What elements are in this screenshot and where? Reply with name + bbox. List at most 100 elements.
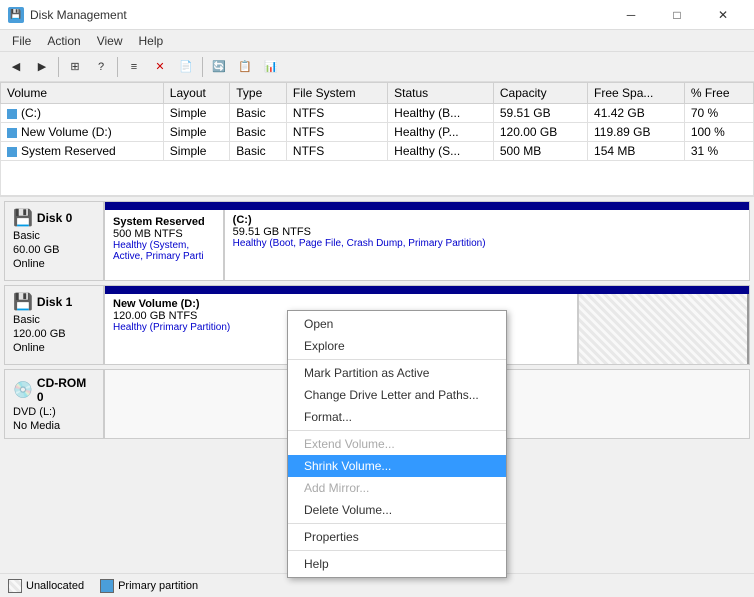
window-controls: ─ □ ✕ bbox=[608, 0, 746, 30]
ctx-sep3 bbox=[288, 523, 506, 524]
toolbar-btn7[interactable]: 📋 bbox=[233, 56, 257, 78]
vol-type: Basic bbox=[230, 104, 287, 123]
toolbar-btn8[interactable]: 📊 bbox=[259, 56, 283, 78]
maximize-button[interactable]: □ bbox=[654, 0, 700, 30]
vol-layout: Simple bbox=[163, 123, 229, 142]
toolbar-help[interactable]: ? bbox=[89, 56, 113, 78]
vol-layout: Simple bbox=[163, 104, 229, 123]
menu-view[interactable]: View bbox=[89, 32, 131, 50]
vol-status: Healthy (S... bbox=[388, 142, 494, 161]
volume-table: Volume Layout Type File System Status Ca… bbox=[0, 82, 754, 197]
disk-icon: 💾 bbox=[13, 208, 33, 228]
ctx-mark-active[interactable]: Mark Partition as Active bbox=[288, 362, 506, 384]
vol-type: Basic bbox=[230, 123, 287, 142]
vol-fs: NTFS bbox=[286, 142, 387, 161]
title-bar: 💾 Disk Management ─ □ ✕ bbox=[0, 0, 754, 30]
ctx-open[interactable]: Open bbox=[288, 313, 506, 335]
partition-sys-size: 500 MB NTFS bbox=[113, 228, 215, 240]
vol-free: 154 MB bbox=[588, 142, 685, 161]
col-volume: Volume bbox=[1, 83, 164, 104]
ctx-sep4 bbox=[288, 550, 506, 551]
col-freespace: Free Spa... bbox=[588, 83, 685, 104]
partition-c[interactable]: (C:) 59.51 GB NTFS Healthy (Boot, Page F… bbox=[225, 210, 749, 280]
ctx-help[interactable]: Help bbox=[288, 553, 506, 575]
menu-action[interactable]: Action bbox=[39, 32, 88, 50]
context-menu: Open Explore Mark Partition as Active Ch… bbox=[287, 310, 507, 578]
vol-free: 119.89 GB bbox=[588, 123, 685, 142]
vol-pct: 31 % bbox=[684, 142, 753, 161]
ctx-explore[interactable]: Explore bbox=[288, 335, 506, 357]
legend-unalloc-box bbox=[8, 579, 22, 593]
ctx-delete[interactable]: Delete Volume... bbox=[288, 499, 506, 521]
toolbar-forward[interactable]: ▶ bbox=[30, 56, 54, 78]
ctx-properties[interactable]: Properties bbox=[288, 526, 506, 548]
menu-bar: File Action View Help bbox=[0, 30, 754, 52]
ctx-add-mirror: Add Mirror... bbox=[288, 477, 506, 499]
disk0-partitions: System Reserved 500 MB NTFS Healthy (Sys… bbox=[104, 201, 750, 281]
toolbar-back[interactable]: ◀ bbox=[4, 56, 28, 78]
minimize-button[interactable]: ─ bbox=[608, 0, 654, 30]
partition-sys-name: System Reserved bbox=[113, 216, 215, 228]
close-button[interactable]: ✕ bbox=[700, 0, 746, 30]
toolbar-btn5[interactable]: 📄 bbox=[174, 56, 198, 78]
vol-pct: 100 % bbox=[684, 123, 753, 142]
disk1-name: Disk 1 bbox=[37, 295, 72, 309]
disk0-row: 💾 Disk 0 Basic 60.00 GB Online System Re… bbox=[4, 201, 750, 281]
disk0-size: 60.00 GB bbox=[13, 244, 95, 256]
partition-system-reserved[interactable]: System Reserved 500 MB NTFS Healthy (Sys… bbox=[105, 210, 225, 280]
ctx-change-letter[interactable]: Change Drive Letter and Paths... bbox=[288, 384, 506, 406]
partition-c-health: Healthy (Boot, Page File, Crash Dump, Pr… bbox=[233, 238, 741, 249]
partition-unallocated bbox=[579, 294, 749, 364]
table-row[interactable]: New Volume (D:) Simple Basic NTFS Health… bbox=[1, 123, 754, 142]
legend-unallocated: Unallocated bbox=[8, 579, 84, 593]
toolbar-btn6[interactable]: 🔄 bbox=[207, 56, 231, 78]
legend-primary-label: Primary partition bbox=[118, 580, 198, 592]
cdrom-icon: 💿 bbox=[13, 380, 33, 400]
window-title: Disk Management bbox=[30, 8, 127, 22]
col-fs: File System bbox=[286, 83, 387, 104]
disk0-type: Basic bbox=[13, 230, 95, 242]
vol-name: New Volume (D:) bbox=[1, 123, 164, 142]
disk0-name: Disk 0 bbox=[37, 211, 72, 225]
vol-fs: NTFS bbox=[286, 123, 387, 142]
table-row-empty bbox=[1, 161, 754, 198]
disk0-label: 💾 Disk 0 Basic 60.00 GB Online bbox=[4, 201, 104, 281]
toolbar-btn3[interactable]: ≡ bbox=[122, 56, 146, 78]
disk1-status: Online bbox=[13, 342, 95, 354]
disk1-size: 120.00 GB bbox=[13, 328, 95, 340]
toolbar-properties[interactable]: ⊞ bbox=[63, 56, 87, 78]
cdrom-type: DVD (L:) bbox=[13, 406, 95, 418]
vol-capacity: 59.51 GB bbox=[493, 104, 587, 123]
ctx-format[interactable]: Format... bbox=[288, 406, 506, 428]
volume-table-container: Volume Layout Type File System Status Ca… bbox=[0, 82, 754, 197]
menu-file[interactable]: File bbox=[4, 32, 39, 50]
table-row[interactable]: System Reserved Simple Basic NTFS Health… bbox=[1, 142, 754, 161]
ctx-shrink[interactable]: Shrink Volume... bbox=[288, 455, 506, 477]
vol-name: (C:) bbox=[1, 104, 164, 123]
menu-help[interactable]: Help bbox=[131, 32, 172, 50]
disk1-icon: 💾 bbox=[13, 292, 33, 312]
vol-status: Healthy (P... bbox=[388, 123, 494, 142]
col-capacity: Capacity bbox=[493, 83, 587, 104]
col-status: Status bbox=[388, 83, 494, 104]
title-bar-left: 💾 Disk Management bbox=[8, 7, 127, 23]
vol-capacity: 120.00 GB bbox=[493, 123, 587, 142]
table-row[interactable]: (C:) Simple Basic NTFS Healthy (B... 59.… bbox=[1, 104, 754, 123]
ctx-sep2 bbox=[288, 430, 506, 431]
vol-layout: Simple bbox=[163, 142, 229, 161]
toolbar: ◀ ▶ ⊞ ? ≡ ✕ 📄 🔄 📋 📊 bbox=[0, 52, 754, 82]
cdrom-name: CD-ROM 0 bbox=[37, 376, 95, 404]
col-layout: Layout bbox=[163, 83, 229, 104]
toolbar-btn4[interactable]: ✕ bbox=[148, 56, 172, 78]
col-percentfree: % Free bbox=[684, 83, 753, 104]
partition-d-name: New Volume (D:) bbox=[113, 298, 569, 310]
col-type: Type bbox=[230, 83, 287, 104]
cdrom-label: 💿 CD-ROM 0 DVD (L:) No Media bbox=[4, 369, 104, 439]
toolbar-sep-3 bbox=[202, 57, 203, 77]
legend-unalloc-label: Unallocated bbox=[26, 580, 84, 592]
vol-pct: 70 % bbox=[684, 104, 753, 123]
vol-status: Healthy (B... bbox=[388, 104, 494, 123]
disk0-status: Online bbox=[13, 258, 95, 270]
ctx-extend: Extend Volume... bbox=[288, 433, 506, 455]
vol-name: System Reserved bbox=[1, 142, 164, 161]
